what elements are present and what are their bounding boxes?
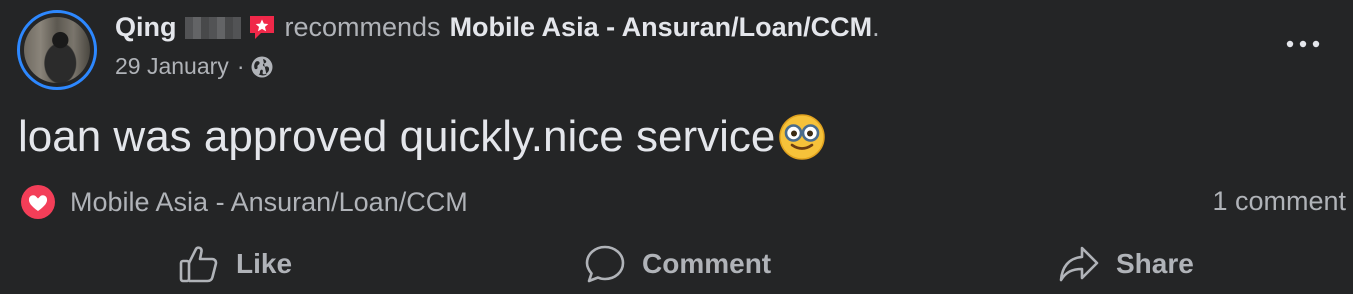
post-body: loan was approved quickly.nice service	[18, 112, 827, 162]
like-button[interactable]: Like	[178, 238, 292, 290]
post-card: Qing recommends Mobile Asia - Ansuran/Lo…	[0, 0, 1353, 294]
thumbs-up-icon	[178, 244, 220, 284]
nerd-glasses-emoji-icon	[777, 112, 827, 162]
profile-avatar-ring[interactable]	[17, 10, 97, 90]
comment-button[interactable]: Comment	[584, 238, 771, 290]
share-label: Share	[1116, 248, 1194, 279]
love-reaction-icon	[20, 184, 56, 220]
share-button[interactable]: Share	[1058, 238, 1194, 290]
post-meta: 29 January ·	[115, 53, 274, 80]
action-bar: Like Comment Share	[0, 238, 1353, 290]
header-period: .	[872, 12, 880, 42]
post-text: loan was approved quickly.nice service	[18, 112, 776, 161]
recommends-text: recommends	[284, 12, 441, 42]
reaction-summary[interactable]: Mobile Asia - Ansuran/Loan/CCM	[20, 184, 468, 220]
comment-label: Comment	[642, 248, 772, 279]
share-arrow-icon	[1058, 244, 1100, 284]
avatar[interactable]	[24, 17, 90, 83]
post-header: Qing recommends Mobile Asia - Ansuran/Lo…	[115, 12, 880, 43]
globe-icon[interactable]	[250, 55, 274, 79]
comment-bubble-icon	[584, 244, 626, 284]
meta-separator: ·	[236, 53, 245, 79]
page-link[interactable]: Mobile Asia - Ansuran/Loan/CCM	[450, 12, 873, 43]
more-options-icon[interactable]	[1283, 34, 1323, 54]
recommend-badge-icon	[247, 13, 277, 43]
redacted-name	[184, 16, 241, 39]
author-name[interactable]: Qing	[115, 12, 177, 43]
like-label: Like	[236, 248, 293, 279]
comment-count-link[interactable]: 1 comment	[1212, 186, 1346, 217]
post-date[interactable]: 29 January	[115, 53, 229, 80]
reactor-name[interactable]: Mobile Asia - Ansuran/Loan/CCM	[70, 187, 468, 218]
